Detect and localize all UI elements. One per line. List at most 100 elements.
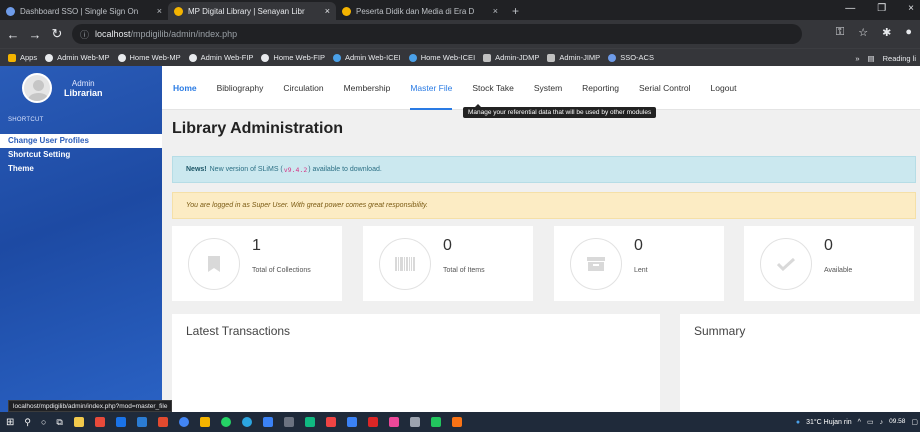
app-icon[interactable] — [283, 417, 294, 427]
journal-icon — [547, 53, 556, 62]
close-tab-icon[interactable]: × — [325, 6, 330, 16]
bookmark-item[interactable]: SSO-ACS — [608, 53, 654, 62]
news-label: News! — [186, 166, 207, 173]
news-version[interactable]: v9.4.2 — [284, 166, 307, 174]
acrobat-icon[interactable] — [367, 417, 378, 427]
new-tab-button[interactable]: + — [504, 2, 527, 20]
nav-reporting[interactable]: Reporting — [582, 66, 619, 110]
user-role: Admin — [71, 78, 95, 88]
help-icon[interactable]: ● — [796, 419, 800, 426]
nav-stock-take[interactable]: Stock Take — [472, 66, 513, 110]
page-title: Library Administration — [172, 120, 343, 137]
bookmark-item[interactable]: Admin-JDMP — [483, 53, 539, 62]
stat-value: 1 — [252, 237, 261, 254]
stat-value: 0 — [443, 237, 452, 254]
browser-tab[interactable]: Peserta Didik dan Media di Era D × — [336, 2, 504, 20]
nav-membership[interactable]: Membership — [344, 66, 391, 110]
bookmark-item[interactable]: Home Web-MP — [117, 53, 181, 62]
restore-button[interactable]: ❐ — [877, 3, 886, 14]
apps-grid-icon — [8, 53, 16, 62]
clock[interactable]: 09.58 — [889, 418, 905, 426]
nav-master-file[interactable]: Master File — [410, 66, 453, 110]
window-controls: — ❐ × — [845, 3, 914, 14]
back-icon[interactable]: ← — [4, 27, 22, 42]
wordpress-icon — [332, 53, 341, 62]
bookmark-icon — [208, 256, 220, 272]
nav-serial-control[interactable]: Serial Control — [639, 66, 691, 110]
browser-tab[interactable]: Dashboard SSO | Single Sign On × — [0, 2, 168, 20]
stat-label: Lent — [634, 267, 648, 274]
url-path: /mpdigilib/admin/index.php — [130, 29, 238, 39]
app-icon[interactable] — [388, 417, 399, 427]
volume-icon[interactable]: ♪ — [880, 419, 884, 426]
key-icon[interactable]: ⚿ — [836, 26, 844, 39]
network-icon[interactable]: ▭ — [867, 418, 874, 426]
forward-icon[interactable]: → — [26, 27, 44, 42]
file-explorer-icon[interactable] — [73, 417, 84, 427]
app-icon[interactable] — [409, 417, 420, 427]
bookmarks-overflow: » ▤ Reading li — [851, 49, 920, 66]
system-tray: ● 31°C Hujan rin ^ ▭ ♪ 09.58 ▢ — [796, 412, 918, 432]
bookmark-item[interactable]: Admin Web-FIP — [188, 53, 253, 62]
app-icon[interactable] — [325, 417, 336, 427]
tray-chevron-icon[interactable]: ^ — [858, 419, 861, 426]
nav-system[interactable]: System — [534, 66, 562, 110]
reload-icon[interactable]: ↻ — [48, 26, 66, 42]
extensions-icon[interactable]: ✱ — [882, 26, 891, 39]
nav-home[interactable]: Home — [173, 66, 197, 110]
cortana-icon[interactable]: ○ — [41, 417, 46, 427]
archive-icon — [587, 257, 605, 271]
nav-bibliography[interactable]: Bibliography — [217, 66, 264, 110]
close-tab-icon[interactable]: × — [493, 6, 498, 16]
user-name: Admin Librarian — [64, 79, 103, 98]
app-icon[interactable] — [157, 417, 168, 427]
windows-start-icon[interactable]: ⊞ — [6, 417, 14, 428]
user-level: Librarian — [64, 87, 103, 98]
sidebar-item-theme[interactable]: Theme — [0, 162, 162, 176]
bookmark-item[interactable]: Admin-JIMP — [547, 53, 600, 62]
nav-logout[interactable]: Logout — [711, 66, 737, 110]
bookmark-item[interactable]: Admin Web-ICEI — [332, 53, 401, 62]
sidebar: Admin Librarian SHORTCUT Change User Pro… — [0, 66, 162, 412]
bookmark-item[interactable]: Home Web-ICEI — [408, 53, 475, 62]
app-icon[interactable] — [430, 417, 441, 427]
sso-favicon-icon — [6, 6, 15, 16]
telegram-icon[interactable] — [241, 417, 252, 427]
app-icon[interactable] — [451, 417, 462, 427]
wordpress-icon — [408, 53, 417, 62]
app-icon[interactable] — [262, 417, 273, 427]
bookmark-item[interactable]: Admin Web-MP — [45, 53, 110, 62]
app-icon[interactable] — [94, 417, 105, 427]
browser-tab-active[interactable]: MP Digital Library | Senayan Libr × — [168, 2, 336, 20]
reading-list-button[interactable]: Reading li — [883, 54, 916, 63]
stat-card-items: 0 Total of Items — [363, 226, 533, 301]
search-icon[interactable]: ⚲ — [24, 417, 31, 428]
minimize-button[interactable]: — — [845, 3, 855, 14]
check-icon — [777, 257, 795, 271]
app-icon[interactable] — [136, 417, 147, 427]
app-icon[interactable] — [199, 417, 210, 427]
chrome-icon[interactable] — [178, 417, 189, 427]
close-tab-icon[interactable]: × — [157, 6, 162, 16]
whatsapp-icon[interactable] — [220, 417, 231, 427]
notification-icon[interactable]: ▢ — [911, 418, 918, 426]
nav-circulation[interactable]: Circulation — [283, 66, 323, 110]
stat-icon-circle — [570, 238, 622, 290]
app-icon[interactable] — [304, 417, 315, 427]
weather-widget[interactable]: 31°C Hujan rin — [806, 419, 852, 426]
bookmark-star-icon[interactable]: ☆ — [858, 26, 868, 39]
app-icon[interactable] — [115, 417, 126, 427]
more-bookmarks-button[interactable]: » — [855, 54, 859, 63]
stat-label: Total of Collections — [252, 267, 311, 274]
profile-icon[interactable]: ● — [905, 26, 912, 39]
app-icon[interactable] — [346, 417, 357, 427]
sidebar-item-shortcut-setting[interactable]: Shortcut Setting — [0, 148, 162, 162]
sidebar-item-change-user-profiles[interactable]: Change User Profiles — [0, 134, 162, 148]
task-view-icon[interactable]: ⧉ — [56, 417, 62, 428]
bookmark-apps[interactable]: Apps — [8, 53, 37, 62]
site-info-icon[interactable]: ⓘ — [80, 28, 89, 41]
address-bar[interactable]: ⓘ localhost/mpdigilib/admin/index.php — [72, 24, 802, 44]
close-window-button[interactable]: × — [908, 3, 914, 14]
barcode-icon — [395, 257, 415, 271]
bookmark-item[interactable]: Home Web-FIP — [261, 53, 325, 62]
